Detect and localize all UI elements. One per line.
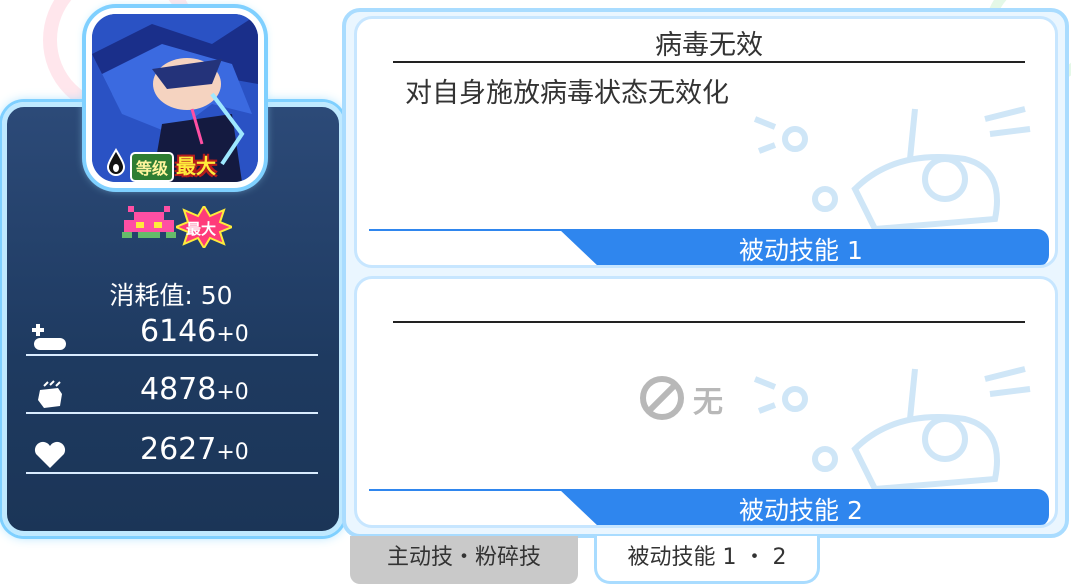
robot-watermark-icon bbox=[753, 366, 1031, 493]
hp-value: 6146 bbox=[140, 314, 217, 349]
hp-bonus: +0 bbox=[216, 322, 249, 347]
stat-row-attack: 4878+0 bbox=[26, 370, 318, 414]
skill-1-slot-label: 被动技能 1 bbox=[739, 236, 863, 265]
hp-icon bbox=[32, 324, 66, 350]
skill-bar-underline bbox=[369, 489, 569, 491]
skill-2-empty-text: 无 bbox=[693, 385, 723, 420]
cost-value: 50 bbox=[200, 281, 233, 310]
skill-1-description: 对自身施放病毒状态无效化 bbox=[405, 78, 729, 109]
passive-skill-1-card: 病毒无效 对自身施放病毒状态无效化 被动技能 1 bbox=[354, 16, 1058, 268]
skill-1-title: 病毒无效 bbox=[393, 23, 1025, 63]
skill-1-slot-bar: 被动技能 1 bbox=[369, 229, 1049, 265]
water-attribute-icon bbox=[106, 148, 126, 176]
skill-bar-underline bbox=[369, 229, 569, 231]
heal-bonus: +0 bbox=[216, 440, 249, 465]
passive-skill-2-card: 无 被动技能 2 bbox=[354, 276, 1058, 528]
stat-value-hp: 6146+0 bbox=[140, 314, 249, 349]
fusion-level-text: 最大 bbox=[186, 220, 217, 238]
tab-passive-skills[interactable]: 被动技能 1 ・ 2 bbox=[594, 536, 820, 584]
tab-active-skills[interactable]: 主动技・粉碎技 bbox=[350, 536, 578, 584]
attack-value: 4878 bbox=[140, 372, 217, 407]
skill-2-title bbox=[393, 283, 1025, 323]
stat-value-attack: 4878+0 bbox=[140, 372, 249, 407]
cost-label: 消耗值 bbox=[109, 281, 185, 310]
attack-bonus: +0 bbox=[216, 380, 249, 405]
cost-display: 消耗值: 50 bbox=[0, 276, 342, 312]
skill-2-slot-label: 被动技能 2 bbox=[739, 496, 863, 525]
prohibited-icon bbox=[640, 376, 684, 420]
heal-value: 2627 bbox=[140, 432, 217, 467]
skill-2-slot-bar: 被动技能 2 bbox=[369, 489, 1049, 525]
level-label: 等级 bbox=[130, 152, 175, 182]
stat-row-hp: 6146+0 bbox=[26, 312, 318, 356]
fusion-invader-icon bbox=[122, 206, 176, 238]
stat-value-heal: 2627+0 bbox=[140, 432, 249, 467]
fist-icon bbox=[38, 380, 62, 408]
stat-row-heal: 2627+0 bbox=[26, 430, 318, 474]
robot-watermark-icon bbox=[753, 106, 1031, 233]
heart-icon bbox=[34, 441, 66, 468]
cost-colon: : bbox=[184, 281, 201, 310]
level-value: 最大 bbox=[176, 154, 216, 178]
